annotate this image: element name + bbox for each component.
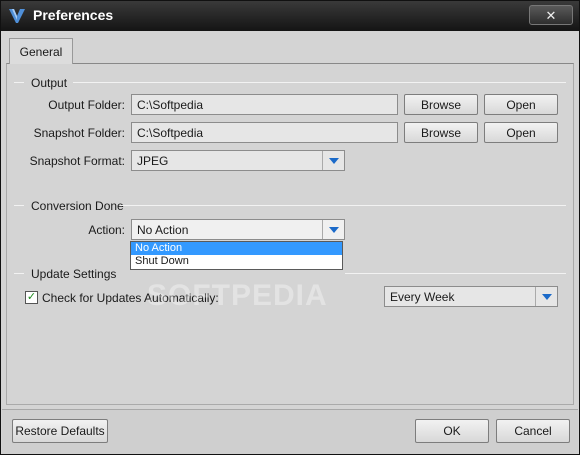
dropdown-arrow-icon[interactable]	[535, 287, 557, 306]
conversion-group-divider	[120, 205, 566, 206]
conversion-group-divider	[14, 205, 24, 206]
checkmark-icon: ✓	[26, 291, 37, 303]
snapshot-folder-browse-button[interactable]: Browse	[404, 122, 478, 143]
snapshot-format-label: Snapshot Format:	[29, 154, 125, 168]
output-group-divider	[14, 82, 24, 83]
cancel-button[interactable]: Cancel	[496, 419, 570, 443]
action-option-no-action[interactable]: No Action	[131, 242, 342, 255]
output-folder-open-button[interactable]: Open	[484, 94, 558, 115]
title-bar[interactable]: Preferences ✕	[1, 1, 579, 31]
snapshot-folder-field[interactable]: C:\Softpedia	[131, 122, 398, 143]
output-folder-field[interactable]: C:\Softpedia	[131, 94, 398, 115]
snapshot-folder-label: Snapshot Folder:	[33, 126, 125, 140]
app-logo-icon	[9, 9, 25, 23]
update-frequency-value: Every Week	[390, 290, 455, 304]
preferences-window: Preferences ✕ General Output Output Fold…	[0, 0, 580, 455]
output-folder-label: Output Folder:	[48, 98, 125, 112]
action-option-shut-down[interactable]: Shut Down	[131, 255, 342, 268]
update-frequency-select[interactable]: Every Week	[384, 286, 558, 307]
ok-button[interactable]: OK	[415, 419, 489, 443]
conversion-group-title: Conversion Done	[31, 199, 124, 213]
restore-defaults-button[interactable]: Restore Defaults	[12, 419, 108, 443]
output-group-divider	[73, 82, 566, 83]
close-icon: ✕	[545, 7, 557, 23]
snapshot-format-value: JPEG	[137, 154, 169, 168]
updates-group-title: Update Settings	[31, 267, 117, 281]
action-select[interactable]: No Action	[131, 219, 345, 240]
output-folder-browse-button[interactable]: Browse	[404, 94, 478, 115]
snapshot-format-select[interactable]: JPEG	[131, 150, 345, 171]
action-dropdown-list[interactable]: No Action Shut Down	[130, 241, 343, 270]
watermark: SOFTPEDIA	[147, 279, 328, 312]
dropdown-arrow-icon[interactable]	[322, 220, 344, 239]
output-group-title: Output	[31, 76, 68, 90]
action-value: No Action	[137, 223, 189, 237]
check-updates-checkbox[interactable]: ✓	[25, 291, 38, 304]
dropdown-arrow-icon[interactable]	[322, 151, 344, 170]
tab-general[interactable]: General	[9, 38, 73, 64]
close-button[interactable]: ✕	[529, 5, 573, 25]
updates-group-divider	[345, 273, 566, 274]
snapshot-folder-open-button[interactable]: Open	[484, 122, 558, 143]
window-title: Preferences	[33, 7, 114, 23]
action-label: Action:	[88, 223, 125, 237]
updates-group-divider	[14, 273, 24, 274]
dialog-footer: Restore Defaults OK Cancel	[2, 409, 578, 454]
dialog-body: General Output Output Folder: C:\Softped…	[2, 31, 578, 408]
